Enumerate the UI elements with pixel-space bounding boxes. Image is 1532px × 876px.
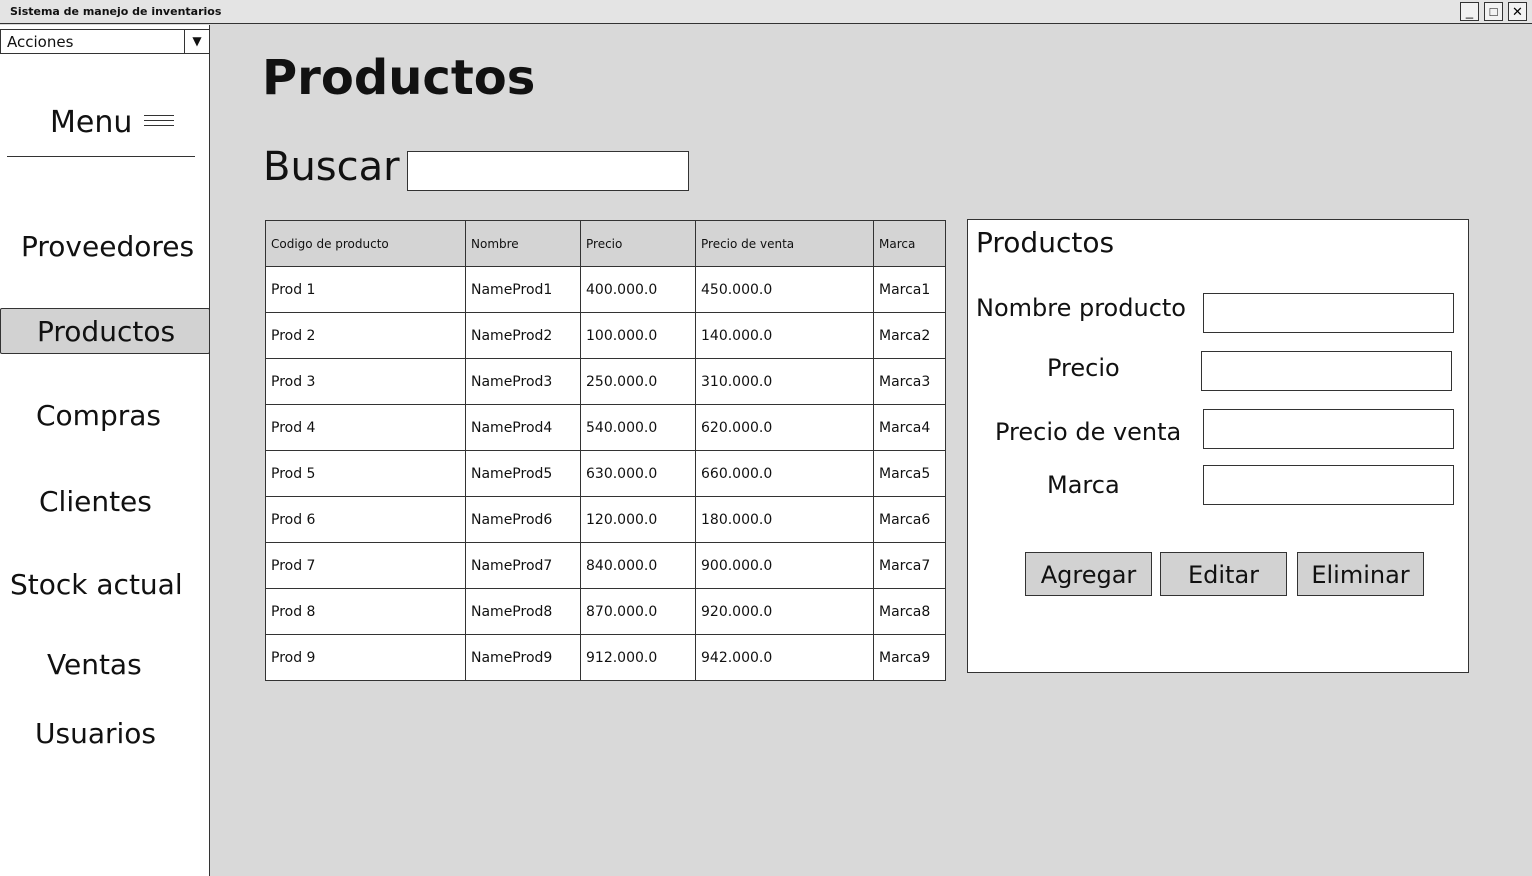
table-cell: Marca5 bbox=[873, 451, 945, 496]
table-row[interactable]: Prod 3 NameProd3 250.000.0 310.000.0 Mar… bbox=[266, 358, 945, 404]
table-cell: 840.000.0 bbox=[580, 543, 695, 588]
column-header[interactable]: Precio de venta bbox=[695, 221, 873, 266]
sidebar-item-proveedores[interactable]: Proveedores bbox=[21, 230, 194, 263]
table-cell: Prod 5 bbox=[271, 465, 316, 482]
table-cell: NameProd9 bbox=[465, 635, 580, 680]
column-header[interactable]: Nombre bbox=[465, 221, 580, 266]
table-cell: Marca8 bbox=[873, 589, 945, 634]
actions-dropdown[interactable]: Acciones ▼ bbox=[0, 29, 210, 54]
sidebar-item-usuarios[interactable]: Usuarios bbox=[35, 717, 156, 750]
table-cell: 250.000.0 bbox=[580, 359, 695, 404]
table-cell: 100.000.0 bbox=[580, 313, 695, 358]
table-cell: 120.000.0 bbox=[580, 497, 695, 542]
add-button[interactable]: Agregar bbox=[1025, 552, 1152, 596]
table-cell: NameProd1 bbox=[465, 267, 580, 312]
products-table: Codigo de producto Nombre Precio Precio … bbox=[265, 220, 946, 681]
table-cell: 310.000.0 bbox=[695, 359, 873, 404]
table-cell: Prod 3 bbox=[271, 373, 316, 390]
sidebar-item-label: Productos bbox=[37, 315, 176, 348]
column-header[interactable]: Marca bbox=[873, 221, 945, 266]
table-row[interactable]: Prod 5 NameProd5 630.000.0 660.000.0 Mar… bbox=[266, 450, 945, 496]
close-button[interactable]: ✕ bbox=[1508, 2, 1527, 21]
table-cell: Prod 6 bbox=[271, 511, 316, 528]
table-cell: Prod 1 bbox=[271, 281, 316, 298]
window-titlebar: Sistema de manejo de inventarios _ □ ✕ bbox=[0, 0, 1532, 24]
precio-venta-input[interactable] bbox=[1203, 409, 1454, 449]
table-cell: 912.000.0 bbox=[580, 635, 695, 680]
table-header-row: Codigo de producto Nombre Precio Precio … bbox=[266, 221, 945, 266]
table-cell: Marca1 bbox=[873, 267, 945, 312]
table-cell: 630.000.0 bbox=[580, 451, 695, 496]
precio-venta-label: Precio de venta bbox=[995, 418, 1182, 446]
table-cell: 942.000.0 bbox=[695, 635, 873, 680]
table-row[interactable]: Prod 8 NameProd8 870.000.0 920.000.0 Mar… bbox=[266, 588, 945, 634]
table-cell: 620.000.0 bbox=[695, 405, 873, 450]
window-title: Sistema de manejo de inventarios bbox=[10, 5, 222, 18]
table-cell: 180.000.0 bbox=[695, 497, 873, 542]
menu-label: Menu bbox=[50, 105, 133, 140]
table-row[interactable]: Prod 7 NameProd7 840.000.0 900.000.0 Mar… bbox=[266, 542, 945, 588]
marca-label: Marca bbox=[1047, 471, 1120, 499]
table-cell: 450.000.0 bbox=[695, 267, 873, 312]
table-cell: Prod 2 bbox=[271, 327, 316, 344]
table-row[interactable]: Prod 6 NameProd6 120.000.0 180.000.0 Mar… bbox=[266, 496, 945, 542]
table-cell: Prod 9 bbox=[271, 649, 316, 666]
table-cell: NameProd5 bbox=[465, 451, 580, 496]
table-cell: NameProd7 bbox=[465, 543, 580, 588]
edit-button[interactable]: Editar bbox=[1160, 552, 1287, 596]
table-cell: 400.000.0 bbox=[580, 267, 695, 312]
table-row[interactable]: Prod 4 NameProd4 540.000.0 620.000.0 Mar… bbox=[266, 404, 945, 450]
table-cell: NameProd4 bbox=[465, 405, 580, 450]
table-cell: Prod 4 bbox=[271, 419, 316, 436]
table-cell: Marca2 bbox=[873, 313, 945, 358]
sidebar-item-clientes[interactable]: Clientes bbox=[39, 485, 152, 518]
nombre-producto-label: Nombre producto bbox=[976, 294, 1186, 322]
form-title: Productos bbox=[976, 226, 1115, 259]
table-row[interactable]: Prod 9 NameProd9 912.000.0 942.000.0 Mar… bbox=[266, 634, 945, 680]
minimize-button[interactable]: _ bbox=[1460, 2, 1479, 21]
sidebar-item-stock-actual[interactable]: Stock actual bbox=[10, 568, 183, 601]
precio-label: Precio bbox=[1047, 354, 1120, 382]
hamburger-menu-icon[interactable] bbox=[144, 115, 174, 129]
table-cell: Marca6 bbox=[873, 497, 945, 542]
page-title: Productos bbox=[262, 50, 536, 106]
sidebar-item-productos[interactable]: Productos bbox=[0, 308, 210, 354]
sidebar: Acciones ▼ Menu Proveedores Productos Co… bbox=[0, 25, 210, 876]
actions-dropdown-value: Acciones bbox=[7, 33, 74, 51]
search-input[interactable] bbox=[407, 151, 689, 191]
sidebar-item-compras[interactable]: Compras bbox=[36, 399, 161, 432]
table-row[interactable]: Prod 2 NameProd2 100.000.0 140.000.0 Mar… bbox=[266, 312, 945, 358]
sidebar-item-ventas[interactable]: Ventas bbox=[47, 648, 142, 681]
table-cell: NameProd8 bbox=[465, 589, 580, 634]
table-row[interactable]: Prod 1 NameProd1 400.000.0 450.000.0 Mar… bbox=[266, 266, 945, 312]
maximize-button[interactable]: □ bbox=[1484, 2, 1503, 21]
precio-input[interactable] bbox=[1201, 351, 1452, 391]
table-cell: Marca7 bbox=[873, 543, 945, 588]
table-cell: 900.000.0 bbox=[695, 543, 873, 588]
chevron-down-icon[interactable]: ▼ bbox=[184, 30, 209, 53]
table-cell: Marca3 bbox=[873, 359, 945, 404]
column-header[interactable]: Codigo de producto bbox=[266, 221, 465, 266]
marca-input[interactable] bbox=[1203, 465, 1454, 505]
table-cell: NameProd3 bbox=[465, 359, 580, 404]
table-cell: NameProd6 bbox=[465, 497, 580, 542]
table-cell: 920.000.0 bbox=[695, 589, 873, 634]
table-cell: 870.000.0 bbox=[580, 589, 695, 634]
table-cell: Prod 7 bbox=[271, 557, 316, 574]
table-cell: NameProd2 bbox=[465, 313, 580, 358]
table-cell: Marca4 bbox=[873, 405, 945, 450]
column-header[interactable]: Precio bbox=[580, 221, 695, 266]
menu-divider bbox=[7, 156, 195, 157]
delete-button[interactable]: Eliminar bbox=[1297, 552, 1424, 596]
search-label: Buscar bbox=[263, 144, 400, 190]
table-cell: 660.000.0 bbox=[695, 451, 873, 496]
table-cell: Marca9 bbox=[873, 635, 945, 680]
product-form-panel: Productos Nombre producto Precio Precio … bbox=[967, 219, 1469, 673]
nombre-producto-input[interactable] bbox=[1203, 293, 1454, 333]
table-cell: Prod 8 bbox=[271, 603, 316, 620]
table-cell: 140.000.0 bbox=[695, 313, 873, 358]
table-cell: 540.000.0 bbox=[580, 405, 695, 450]
